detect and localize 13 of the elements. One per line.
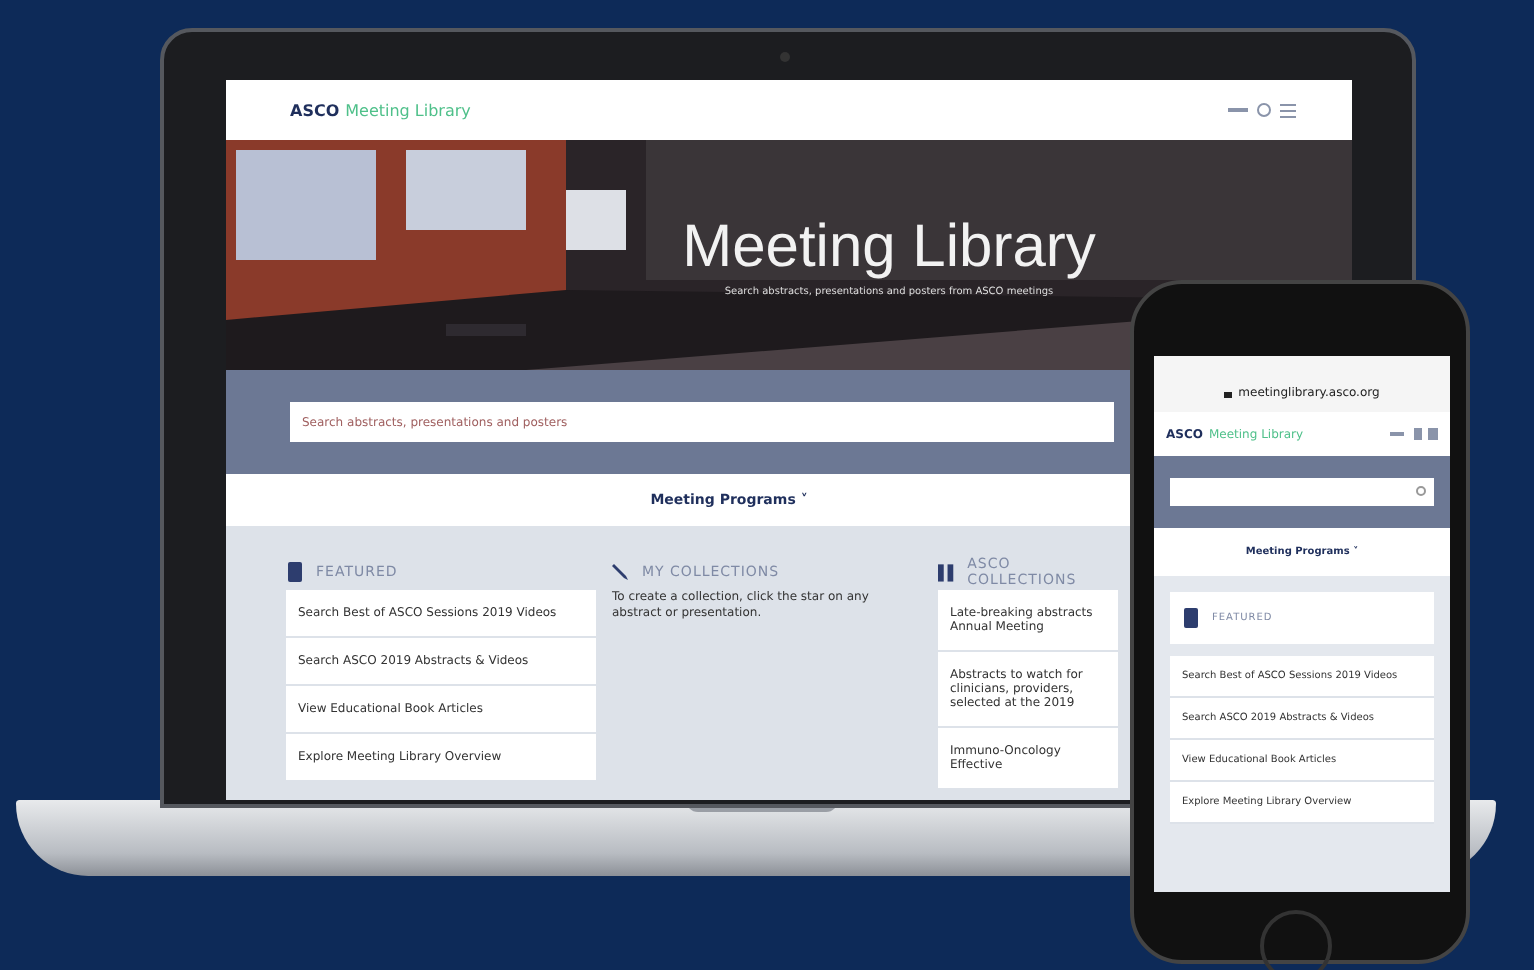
book-icon bbox=[286, 562, 304, 582]
header-icons[interactable] bbox=[1390, 428, 1438, 440]
books-icon bbox=[938, 562, 956, 582]
lock-icon bbox=[1224, 387, 1233, 397]
search-icon bbox=[1416, 486, 1428, 498]
header-icons[interactable] bbox=[1228, 102, 1300, 118]
search-field[interactable] bbox=[1170, 478, 1434, 506]
camera-icon bbox=[780, 52, 790, 62]
hero-title: Meeting Library bbox=[682, 213, 1096, 281]
pencil-icon bbox=[612, 562, 630, 582]
brand-logo: ASCO bbox=[290, 101, 340, 119]
product-name: Meeting Library bbox=[345, 101, 471, 119]
book-icon bbox=[1182, 608, 1200, 628]
